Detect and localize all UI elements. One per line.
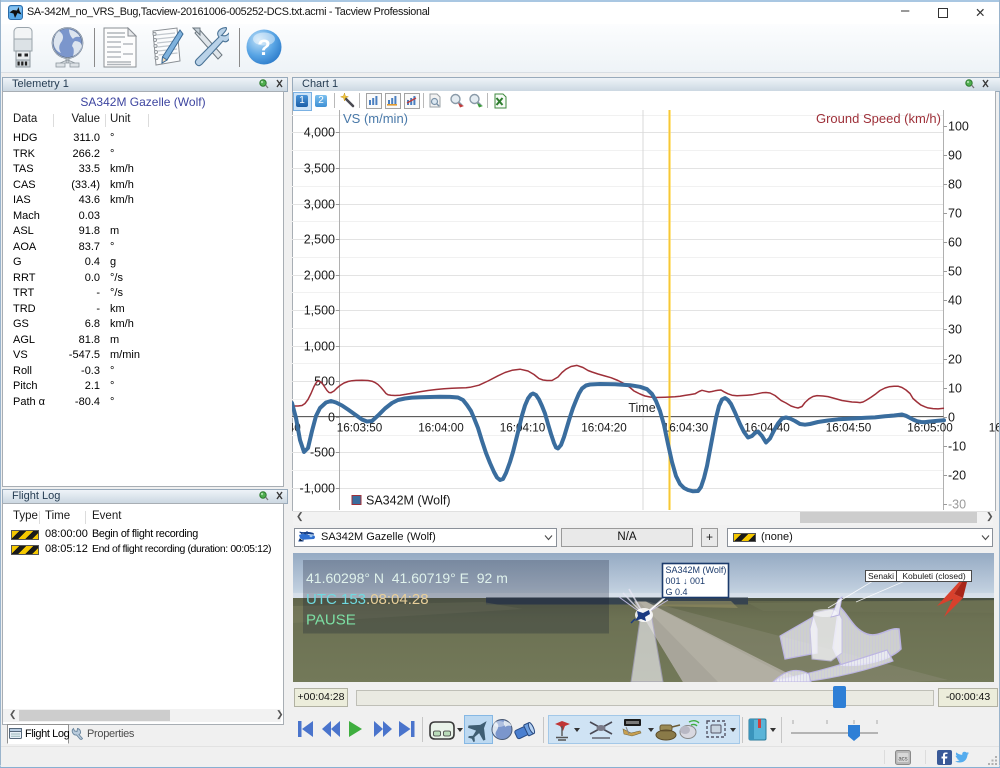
svg-text:2,000: 2,000 xyxy=(304,269,335,283)
svg-text:10: 10 xyxy=(948,382,962,396)
svg-text:16:04:50: 16:04:50 xyxy=(826,422,872,435)
svg-text:G 0.4: G 0.4 xyxy=(666,587,688,597)
svg-text:-500: -500 xyxy=(310,446,335,460)
svg-text:1,500: 1,500 xyxy=(304,304,335,318)
svg-text:-1,000: -1,000 xyxy=(300,482,335,496)
svg-text:16:05:10: 16:05:10 xyxy=(989,422,999,435)
svg-text:3,000: 3,000 xyxy=(304,198,335,212)
svg-text:PAUSE: PAUSE xyxy=(306,612,356,629)
svg-text:30: 30 xyxy=(948,323,962,337)
svg-text:acs: acs xyxy=(898,757,907,763)
svg-text:SA342M (Wolf): SA342M (Wolf) xyxy=(366,494,451,508)
svg-text:40: 40 xyxy=(948,294,962,308)
svg-text:Time: Time xyxy=(628,401,655,415)
svg-text:41.60298° N 41.60719° E 92 m: 41.60298° N 41.60719° E 92 m xyxy=(306,570,508,586)
svg-text:3,500: 3,500 xyxy=(304,162,335,176)
svg-text:80: 80 xyxy=(948,178,962,192)
svg-text:Senaki: Senaki xyxy=(868,571,894,581)
svg-text:Kobuleti (closed): Kobuleti (closed) xyxy=(902,571,965,581)
svg-text:16:04:00: 16:04:00 xyxy=(418,422,464,435)
svg-text:2,500: 2,500 xyxy=(304,233,335,247)
svg-text:-10: -10 xyxy=(948,440,966,454)
svg-text:90: 90 xyxy=(948,149,962,163)
svg-text:Ground Speed (km/h): Ground Speed (km/h) xyxy=(816,111,941,126)
svg-text:70: 70 xyxy=(948,207,962,221)
svg-text:20: 20 xyxy=(948,353,962,367)
svg-text:16:04:40: 16:04:40 xyxy=(744,422,790,435)
svg-text:60: 60 xyxy=(948,236,962,250)
svg-text:100: 100 xyxy=(948,120,969,134)
svg-text:?: ? xyxy=(257,35,270,60)
svg-text:50: 50 xyxy=(948,265,962,279)
svg-text:VS (m/min): VS (m/min) xyxy=(343,111,408,126)
svg-text:0: 0 xyxy=(328,411,335,425)
svg-text:-30: -30 xyxy=(948,498,966,511)
svg-text:-20: -20 xyxy=(948,469,966,483)
svg-text:001 ↓ 001: 001 ↓ 001 xyxy=(666,576,706,586)
svg-text:UTC 153.08:04:28: UTC 153.08:04:28 xyxy=(306,591,429,608)
svg-text:16:04:10: 16:04:10 xyxy=(500,422,546,435)
svg-text:16:03:50: 16:03:50 xyxy=(337,422,383,435)
svg-text:16:04:20: 16:04:20 xyxy=(581,422,627,435)
svg-text:16:04:30: 16:04:30 xyxy=(663,422,709,435)
svg-text:1,000: 1,000 xyxy=(304,340,335,354)
svg-text:4,000: 4,000 xyxy=(304,126,335,140)
svg-text:SA342M (Wolf): SA342M (Wolf) xyxy=(666,565,727,575)
